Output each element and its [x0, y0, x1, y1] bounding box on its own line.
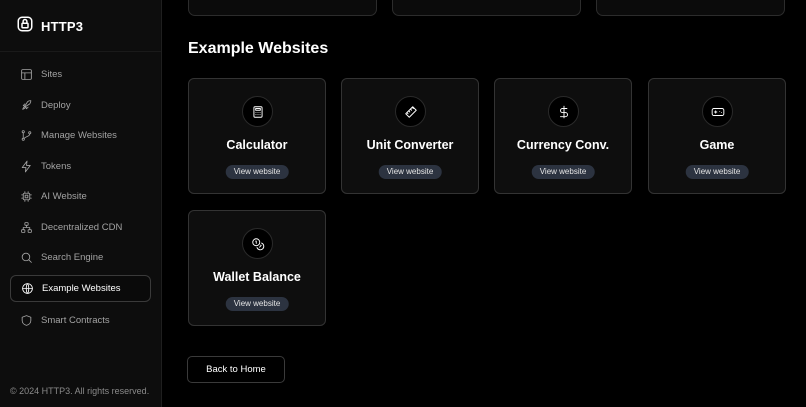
sidebar-item-ai-website[interactable]: AI Website: [10, 183, 151, 210]
sidebar-item-search-engine[interactable]: Search Engine: [10, 244, 151, 271]
partial-card[interactable]: [392, 0, 581, 16]
card-title: Currency Conv.: [516, 138, 610, 152]
rocket-icon: [20, 99, 33, 112]
sidebar-item-label: Example Websites: [42, 283, 121, 294]
gamepad-icon: [702, 96, 733, 127]
view-website-button[interactable]: View website: [531, 165, 595, 179]
card-game: Game View website: [648, 78, 786, 194]
shield-icon: [20, 314, 33, 327]
divider: [0, 51, 161, 52]
dollar-icon: [548, 96, 579, 127]
sidebar-item-tokens[interactable]: Tokens: [10, 153, 151, 180]
layout-icon: [20, 68, 33, 81]
coins-icon: [242, 228, 273, 259]
brand-title: HTTP3: [41, 18, 84, 34]
sidebar-item-label: Manage Websites: [41, 130, 117, 141]
card-title: Wallet Balance: [213, 270, 301, 284]
calculator-icon: [242, 96, 273, 127]
sidebar-item-label: Sites: [41, 69, 63, 80]
card-calculator: Calculator View website: [188, 78, 326, 194]
page-title: Example Websites: [188, 40, 329, 57]
lightning-icon: [20, 160, 33, 173]
sidebar-item-smart-contracts[interactable]: Smart Contracts: [10, 307, 151, 334]
chip-icon: [20, 190, 33, 203]
view-website-button[interactable]: View website: [378, 165, 442, 179]
globe-icon: [21, 282, 34, 295]
sidebar-item-manage-websites[interactable]: Manage Websites: [10, 122, 151, 149]
brand[interactable]: HTTP3: [16, 15, 83, 37]
card-title: Game: [699, 138, 735, 152]
sidebar-item-label: Tokens: [41, 161, 72, 172]
lock-icon: [16, 15, 34, 38]
search-icon: [20, 251, 33, 264]
sidebar-item-label: Deploy: [41, 100, 71, 111]
copyright: © 2024 HTTP3. All rights reserved.: [10, 386, 150, 396]
network-icon: [20, 221, 33, 234]
sidebar-item-label: AI Website: [41, 191, 87, 202]
partial-card[interactable]: [596, 0, 785, 16]
view-website-button[interactable]: View website: [225, 165, 289, 179]
card-title: Unit Converter: [366, 138, 454, 152]
sidebar-item-sites[interactable]: Sites: [10, 61, 151, 88]
git-branch-icon: [20, 129, 33, 142]
sidebar-item-decentralized-cdn[interactable]: Decentralized CDN: [10, 214, 151, 241]
ruler-icon: [395, 96, 426, 127]
view-website-button[interactable]: View website: [225, 297, 289, 311]
card-wallet-balance: Wallet Balance View website: [188, 210, 326, 326]
card-currency-converter: Currency Conv. View website: [494, 78, 632, 194]
back-to-home-button[interactable]: Back to Home: [187, 356, 285, 383]
sidebar-item-example-websites[interactable]: Example Websites: [10, 275, 151, 302]
partial-card[interactable]: [188, 0, 377, 16]
sidebar-item-label: Smart Contracts: [41, 315, 110, 326]
sidebar: HTTP3 Sites Deploy Manage Websites Token…: [0, 0, 162, 407]
sidebar-item-label: Search Engine: [41, 252, 104, 263]
sidebar-item-label: Decentralized CDN: [41, 222, 123, 233]
card-title: Calculator: [226, 138, 288, 152]
view-website-button[interactable]: View website: [685, 165, 749, 179]
main-content: Example Websites Calculator View website…: [162, 0, 806, 407]
card-unit-converter: Unit Converter View website: [341, 78, 479, 194]
sidebar-item-deploy[interactable]: Deploy: [10, 92, 151, 119]
